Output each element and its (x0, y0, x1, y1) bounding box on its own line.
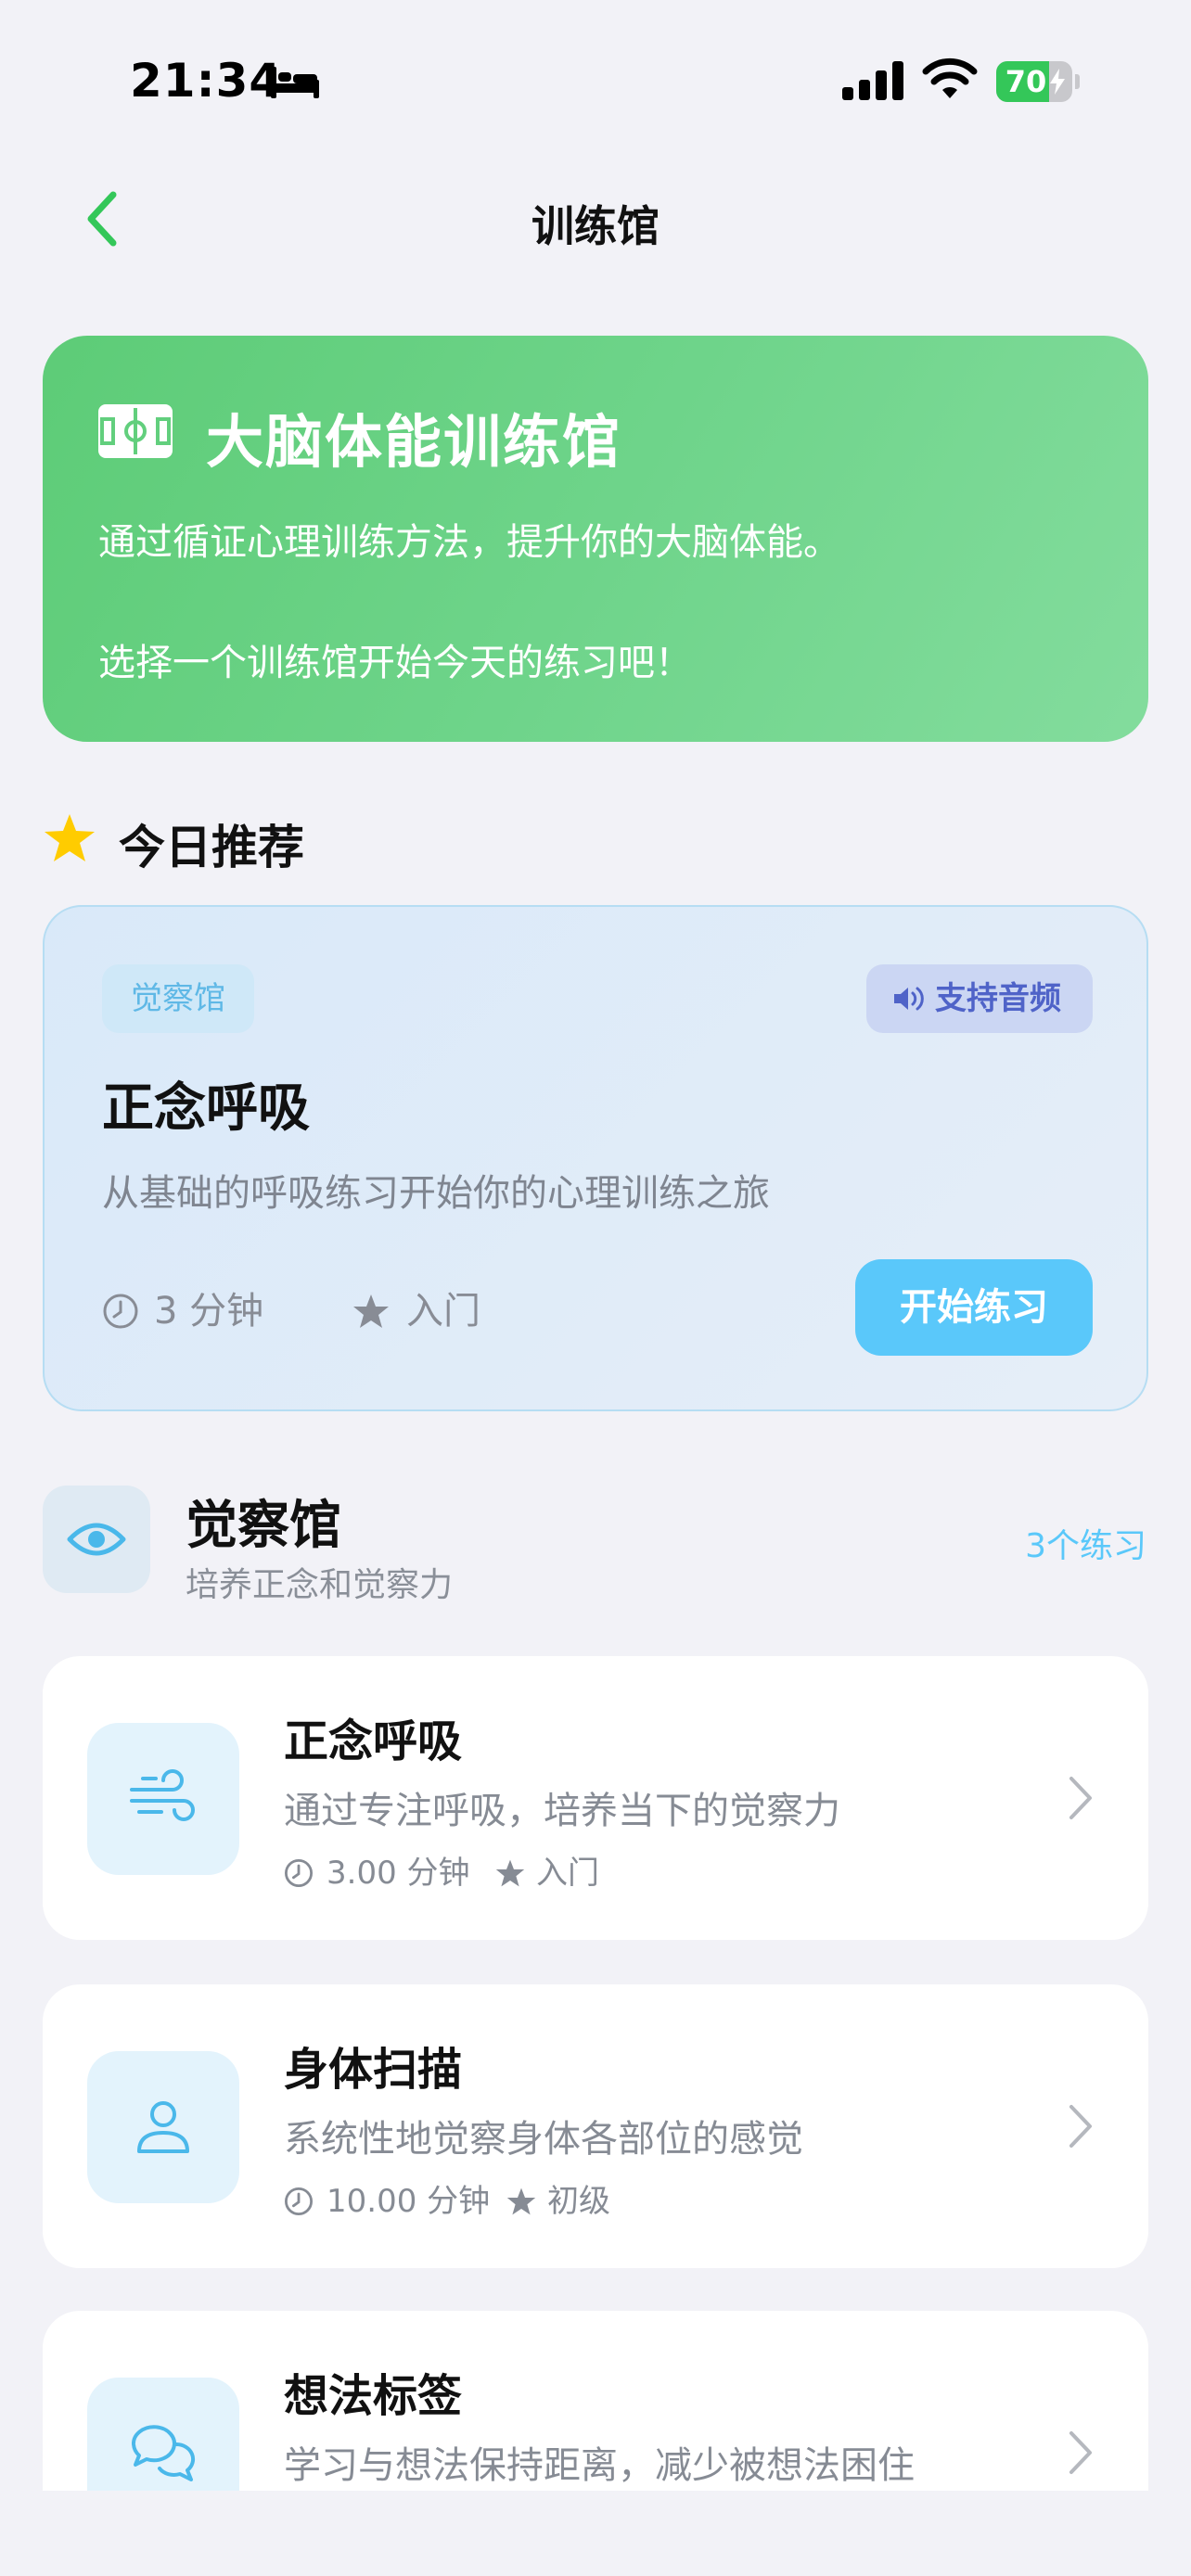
hero-title: 大脑体能训练馆 (206, 408, 622, 476)
sleep-focus-icon (271, 67, 319, 98)
exercise-card[interactable]: 身体扫描 系统性地觉察身体各部位的感觉 10.00 分钟 初级 (43, 1984, 1148, 2268)
exercise-card[interactable]: 正念呼吸 通过专注呼吸，培养当下的觉察力 3.00 分钟 入门 (43, 1656, 1148, 1940)
star-icon (45, 814, 95, 861)
cellular-signal-icon (842, 61, 903, 100)
clock-icon (103, 1294, 138, 1329)
level-star-icon (353, 1294, 389, 1328)
audio-support-label: 支持音频 (935, 980, 1061, 1017)
hero-description: 通过循证心理训练方法，提升你的大脑体能。 (98, 521, 840, 564)
exercise-count-link[interactable]: 3个练习 (1025, 1519, 1146, 1567)
speaker-icon (894, 987, 924, 1011)
section-title-today: 今日推荐 (119, 821, 304, 874)
chat-bubbles-icon (131, 2425, 196, 2481)
recommended-card[interactable]: 觉察馆 支持音频 正念呼吸 从基础的呼吸练习开始你的心理训练之旅 3 分钟 入门… (43, 905, 1148, 1411)
exercise-description: 学习与想法保持距离，减少被想法困住 (284, 2444, 915, 2487)
chevron-right-icon (1069, 2105, 1092, 2148)
audio-support-badge: 支持音频 (866, 964, 1093, 1033)
category-title: 觉察馆 (186, 1496, 341, 1556)
level-star-icon (495, 1859, 525, 1887)
exercise-icon-box (87, 1723, 239, 1875)
level-text: 初级 (547, 2183, 610, 2220)
clock-icon (285, 1859, 313, 1887)
eye-icon (67, 1523, 126, 1556)
category-icon-box (43, 1486, 150, 1593)
status-bar: 21:34 70 (0, 0, 1191, 158)
battery-indicator: 70 (996, 61, 1080, 102)
duration-text: 10.00 分钟 (327, 2183, 491, 2220)
training-hall-screen: 21:34 70 训练馆 大脑体能训练馆 通过循证心理训练方法，提升你的大脑体能… (0, 0, 1191, 2576)
bottom-fade (0, 2491, 1191, 2576)
duration-text: 3.00 分钟 (327, 1855, 470, 1892)
hero-call-to-action: 选择一个训练馆开始今天的练习吧！ (98, 642, 692, 684)
battery-level: 70 (1005, 64, 1047, 99)
exercise-title: 身体扫描 (284, 2044, 463, 2096)
start-practice-button[interactable]: 开始练习 (855, 1259, 1093, 1356)
category-tag: 觉察馆 (102, 964, 254, 1033)
exercise-title: 正念呼吸 (284, 1715, 463, 1767)
duration-text: 3 分钟 (154, 1290, 264, 1333)
hero-banner: 大脑体能训练馆 通过循证心理训练方法，提升你的大脑体能。 选择一个训练馆开始今天… (43, 336, 1148, 742)
clock-icon (285, 2187, 313, 2215)
chevron-right-icon (1069, 2431, 1092, 2474)
chevron-right-icon (1069, 1777, 1092, 1819)
wind-icon (130, 1769, 195, 1821)
page-title: 训练馆 (531, 201, 660, 251)
level-text: 入门 (406, 1290, 480, 1333)
exercise-description: 系统性地觉察身体各部位的感觉 (284, 2118, 803, 2161)
wifi-icon (922, 57, 978, 98)
recommended-title: 正念呼吸 (102, 1078, 310, 1139)
status-time: 21:34 (130, 54, 283, 108)
level-star-icon (506, 2187, 536, 2215)
exercise-icon-box (87, 2051, 239, 2203)
charging-bolt-icon (1050, 69, 1065, 95)
field-icon (98, 404, 173, 458)
recommended-description: 从基础的呼吸练习开始你的心理训练之旅 (102, 1172, 770, 1215)
level-text: 入门 (536, 1855, 599, 1892)
exercise-description: 通过专注呼吸，培养当下的觉察力 (284, 1790, 840, 1832)
exercise-title: 想法标签 (284, 2370, 463, 2422)
person-icon (137, 2101, 189, 2153)
category-subtitle: 培养正念和觉察力 (186, 1566, 454, 1604)
